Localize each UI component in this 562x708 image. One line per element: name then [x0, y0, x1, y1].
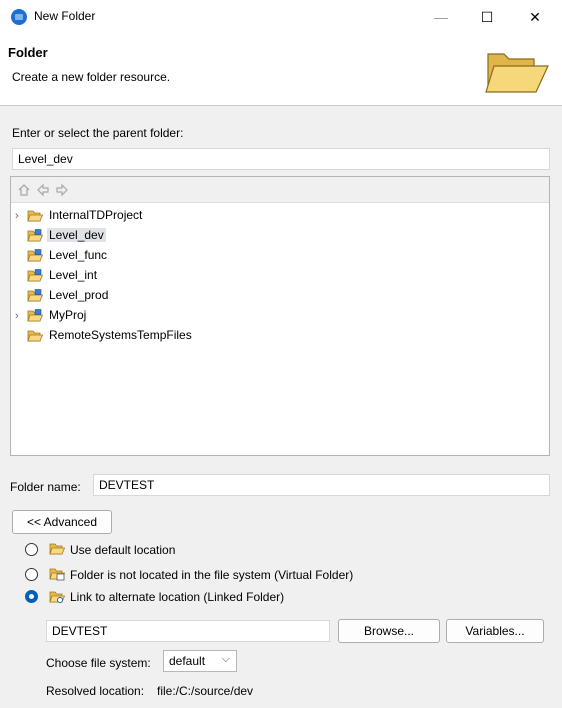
window-title: New Folder [34, 9, 96, 23]
chevron-right-icon[interactable]: › [15, 306, 27, 326]
default-location-label: Use default location [70, 543, 176, 557]
forward-arrow-icon[interactable] [55, 183, 69, 197]
project-folder-icon [27, 269, 43, 282]
chevron-down-icon: ⌵ [221, 653, 230, 665]
virtual-folder-label: Folder is not located in the file system… [70, 568, 354, 582]
minimize-button[interactable]: — [418, 0, 464, 34]
tree-item[interactable]: RemoteSystemsTempFiles [15, 325, 194, 345]
tree-item-label: Level_dev [47, 228, 106, 242]
radio-default-location[interactable] [25, 543, 38, 556]
tree-item[interactable]: › InternalTDProject [15, 205, 144, 225]
folder-tree[interactable]: › InternalTDProject Level_dev Level_func Lev… [10, 176, 550, 456]
variables-button[interactable]: Variables... [446, 619, 544, 643]
resolved-location-value: file:/C:/source/dev [157, 684, 254, 698]
linked-folder-icon [49, 591, 65, 603]
banner-description: Create a new folder resource. [12, 70, 171, 84]
home-icon[interactable] [17, 183, 31, 197]
project-folder-icon [27, 309, 43, 322]
project-folder-icon [27, 289, 43, 302]
tree-item[interactable]: Level_prod [15, 285, 110, 305]
banner-title: Folder [8, 45, 48, 60]
app-icon [11, 9, 27, 25]
virtual-folder-icon [49, 568, 65, 581]
open-folder-icon [49, 543, 65, 555]
radio-linked-folder[interactable] [25, 590, 38, 603]
chevron-right-icon[interactable]: › [15, 206, 27, 226]
file-system-label: Choose file system: [46, 656, 151, 670]
tree-item[interactable]: › MyProj [15, 305, 88, 325]
resolved-location-label: Resolved location: [46, 684, 145, 698]
linked-folder-label: Link to alternate location (Linked Folde… [70, 590, 285, 604]
tree-item[interactable]: Level_func [15, 245, 109, 265]
parent-folder-label: Enter or select the parent folder: [12, 126, 184, 140]
advanced-button[interactable]: << Advanced [12, 510, 112, 534]
parent-folder-input[interactable]: Level_dev [12, 148, 550, 170]
open-folder-icon [27, 330, 43, 342]
tree-item[interactable]: Level_dev [15, 225, 106, 245]
project-folder-icon [27, 229, 43, 242]
tree-item[interactable]: Level_int [15, 265, 99, 285]
tree-item-label: InternalTDProject [49, 208, 143, 222]
tree-item-label: MyProj [49, 308, 87, 322]
radio-virtual-folder[interactable] [25, 568, 38, 581]
link-location-input[interactable]: DEVTEST [46, 620, 330, 642]
tree-toolbar [11, 177, 549, 203]
folder-name-label: Folder name: [10, 480, 81, 494]
folder-wizard-icon [485, 53, 549, 93]
tree-item-label: Level_int [49, 268, 98, 282]
back-arrow-icon[interactable] [36, 183, 50, 197]
project-folder-icon [27, 249, 43, 262]
file-system-select[interactable]: default ⌵ [163, 650, 237, 672]
close-button[interactable]: ✕ [512, 0, 558, 34]
file-system-value: default [169, 654, 206, 668]
tree-item-label: RemoteSystemsTempFiles [49, 328, 192, 342]
maximize-button[interactable]: ☐ [464, 0, 510, 34]
folder-name-input[interactable]: DEVTEST [93, 474, 550, 496]
tree-item-label: Level_func [49, 248, 108, 262]
open-folder-icon [27, 210, 43, 222]
browse-button[interactable]: Browse... [338, 619, 440, 643]
tree-item-label: Level_prod [49, 288, 109, 302]
